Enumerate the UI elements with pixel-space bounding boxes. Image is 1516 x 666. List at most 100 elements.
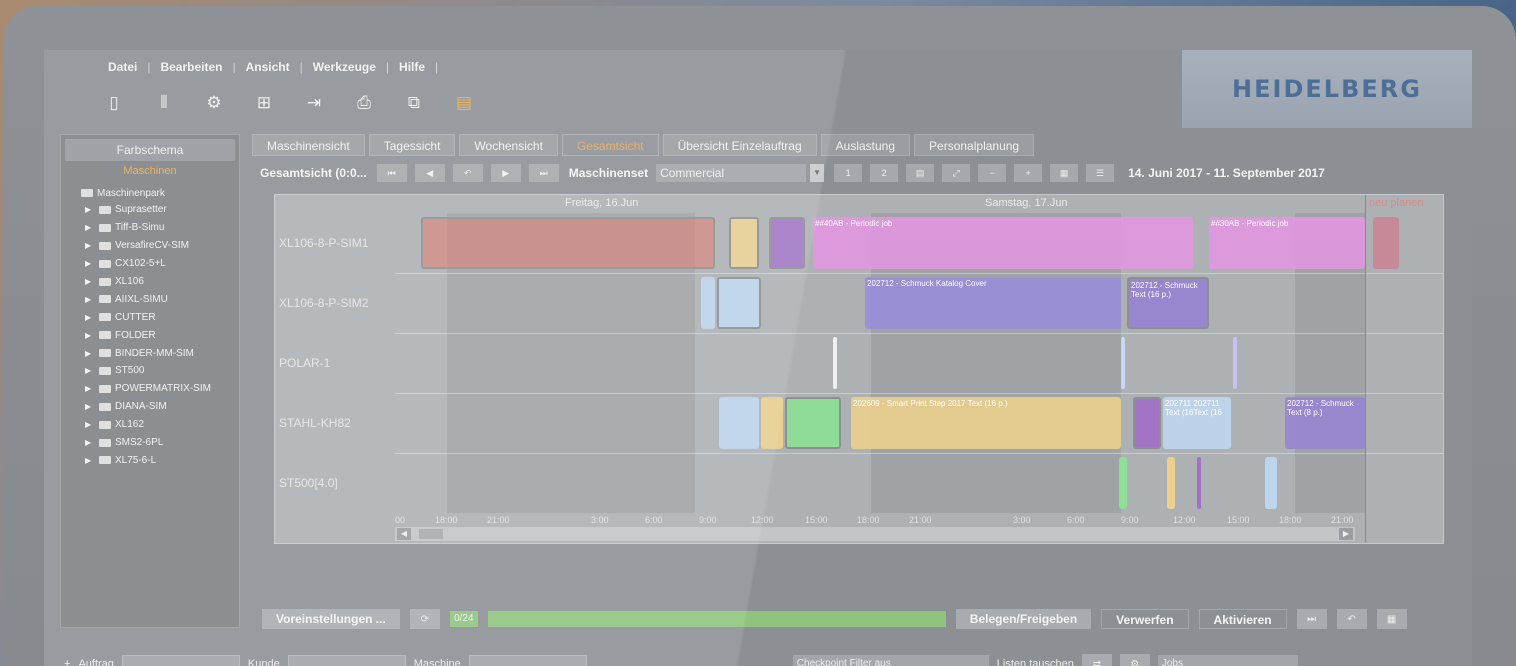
tab-gesamtsicht[interactable]: Gesamtsicht: [561, 134, 659, 156]
expand-icon[interactable]: ▶: [85, 366, 95, 375]
auftrag-input[interactable]: [121, 655, 240, 666]
zoom-out-icon[interactable]: −: [978, 164, 1007, 182]
menu-bearbeiten[interactable]: Bearbeiten: [152, 60, 230, 74]
job-bar[interactable]: [785, 397, 841, 449]
menu-datei[interactable]: Datei: [100, 60, 145, 74]
tree-item[interactable]: ▶ CUTTER: [81, 308, 239, 326]
job-bar[interactable]: [769, 217, 805, 269]
expand-icon[interactable]: ▶: [85, 420, 95, 429]
tree-item[interactable]: ▶ POWERMATRIX-SIM: [81, 380, 239, 398]
expand-icon[interactable]: ▶: [85, 295, 95, 304]
job-bar[interactable]: ##40AB - Periodic job: [813, 217, 1193, 269]
tree-item[interactable]: ▶ SMS2-6PL: [81, 434, 239, 452]
zoom-in-icon[interactable]: +: [1014, 164, 1043, 182]
jobs-select[interactable]: Jobs: [1157, 655, 1298, 666]
job-bar[interactable]: [1167, 457, 1175, 509]
job-bar[interactable]: [1119, 457, 1127, 509]
machineset-select[interactable]: Commercial: [656, 164, 807, 182]
chart-icon[interactable]: ⧉: [400, 90, 428, 116]
expand-icon[interactable]: ▶: [85, 277, 95, 286]
job-bar[interactable]: [701, 277, 715, 329]
maschine-input[interactable]: [468, 655, 587, 666]
job-bar[interactable]: [1265, 457, 1277, 509]
swap-icon[interactable]: ⇄: [1081, 654, 1112, 666]
job-bar[interactable]: 202712 - Schmuck Text (8 p.): [1285, 397, 1365, 449]
plus-icon[interactable]: +: [64, 658, 70, 666]
chevron-down-icon[interactable]: ▼: [810, 164, 825, 182]
scroll-thumb[interactable]: [419, 529, 443, 539]
settings-icon[interactable]: ⚙: [1119, 654, 1150, 666]
tree-item[interactable]: ▶ ST500: [81, 362, 239, 380]
first-icon[interactable]: ⏮: [376, 164, 407, 182]
expand-icon[interactable]: ▶: [85, 313, 95, 322]
tree-item[interactable]: ▶ DIANA-SIM: [81, 398, 239, 416]
assign-button[interactable]: Belegen/Freigeben: [955, 609, 1092, 629]
view-2-button[interactable]: 2: [870, 164, 899, 182]
tree-item[interactable]: ▶ XL75-6-L: [81, 451, 239, 469]
tab-uebersicht-einzelauftrag[interactable]: Übersicht Einzelauftrag: [662, 134, 817, 156]
refresh-icon[interactable]: ⟳: [409, 609, 440, 629]
tree-item[interactable]: ▶ AIIXL-SIMU: [81, 290, 239, 308]
job-bar[interactable]: [1233, 337, 1237, 389]
view-1-button[interactable]: 1: [834, 164, 863, 182]
tree-item[interactable]: ▶ CX102-5+L: [81, 255, 239, 273]
list-icon[interactable]: ☰: [1086, 164, 1115, 182]
expand-icon[interactable]: ▶: [85, 349, 95, 358]
undo-icon[interactable]: ↶: [452, 164, 483, 182]
prev-icon[interactable]: ◀: [414, 164, 445, 182]
org-chart-icon[interactable]: ⊞: [250, 90, 278, 116]
job-bar[interactable]: [1197, 457, 1201, 509]
tab-wochensicht[interactable]: Wochensicht: [459, 134, 558, 156]
menu-werkzeuge[interactable]: Werkzeuge: [305, 60, 384, 74]
expand-icon[interactable]: ▶: [85, 241, 95, 250]
tree-root[interactable]: Maschinenpark: [81, 185, 239, 201]
menu-ansicht[interactable]: Ansicht: [238, 60, 298, 74]
next-icon[interactable]: ▶: [490, 164, 521, 182]
job-bar[interactable]: [729, 217, 759, 269]
tree-item[interactable]: ▶ BINDER-MM-SIM: [81, 344, 239, 362]
settings-doc-icon[interactable]: ⚙: [200, 90, 228, 116]
job-bar[interactable]: [1373, 217, 1399, 269]
kunde-input[interactable]: [287, 655, 406, 666]
grid-icon[interactable]: ▦: [1050, 164, 1079, 182]
expand-icon[interactable]: ▶: [85, 402, 95, 411]
undo-icon[interactable]: ↶: [1336, 609, 1367, 629]
horizontal-scrollbar[interactable]: ◀ ▶: [395, 527, 1355, 541]
job-bar[interactable]: 202712 - Schmuck Text (16 p.): [1127, 277, 1209, 329]
tree-item[interactable]: ▶ Suprasetter: [81, 201, 239, 219]
stack-icon[interactable]: ⫴: [150, 90, 178, 116]
export-icon[interactable]: ⇥: [300, 90, 328, 116]
printer-icon[interactable]: ⎙: [350, 90, 378, 116]
tree-item[interactable]: ▶ FOLDER: [81, 326, 239, 344]
job-bar[interactable]: 202609 - Smart Print Step 2017 Text (16 …: [851, 397, 1121, 449]
panel-title[interactable]: Farbschema: [65, 139, 235, 161]
expand-icon[interactable]: ▶: [85, 384, 95, 393]
job-bar[interactable]: ##30AB - Periodic job: [1209, 217, 1365, 269]
discard-button[interactable]: Verwerfen: [1101, 609, 1189, 629]
document-icon[interactable]: ▯: [100, 90, 128, 116]
job-bar[interactable]: 202712 - Schmuck Katalog Cover: [865, 277, 1121, 329]
job-bar[interactable]: 202711 202711 Text (16Text (16: [1163, 397, 1231, 449]
expand-icon[interactable]: ▶: [85, 438, 95, 447]
skip-icon[interactable]: ⏭: [1296, 609, 1327, 629]
menu-hilfe[interactable]: Hilfe: [391, 60, 433, 74]
expand-icon[interactable]: ▶: [85, 259, 95, 268]
grid-icon[interactable]: ▦: [1376, 609, 1407, 629]
tree-item[interactable]: ▶ VersafireCV-SIM: [81, 237, 239, 255]
expand-icon[interactable]: ▶: [85, 456, 95, 465]
expand-icon[interactable]: ▶: [85, 223, 95, 232]
last-icon[interactable]: ⏭: [528, 164, 559, 182]
tab-tagessicht[interactable]: Tagessicht: [368, 134, 456, 156]
tree-item[interactable]: ▶ XL162: [81, 416, 239, 434]
expand-icon[interactable]: ▶: [85, 331, 95, 340]
highlight-doc-icon[interactable]: ▤: [450, 90, 478, 116]
document-icon[interactable]: ▤: [906, 164, 935, 182]
checkpoint-select[interactable]: Checkpoint Filter aus: [792, 655, 989, 666]
tab-personalplanung[interactable]: Personalplanung: [914, 134, 1035, 156]
job-bar[interactable]: [761, 397, 783, 449]
tab-maschinensicht[interactable]: Maschinensicht: [252, 134, 365, 156]
scroll-left-icon[interactable]: ◀: [397, 528, 411, 540]
activate-button[interactable]: Aktivieren: [1198, 609, 1287, 629]
scroll-right-icon[interactable]: ▶: [1339, 528, 1353, 540]
job-bar[interactable]: [1121, 337, 1125, 389]
